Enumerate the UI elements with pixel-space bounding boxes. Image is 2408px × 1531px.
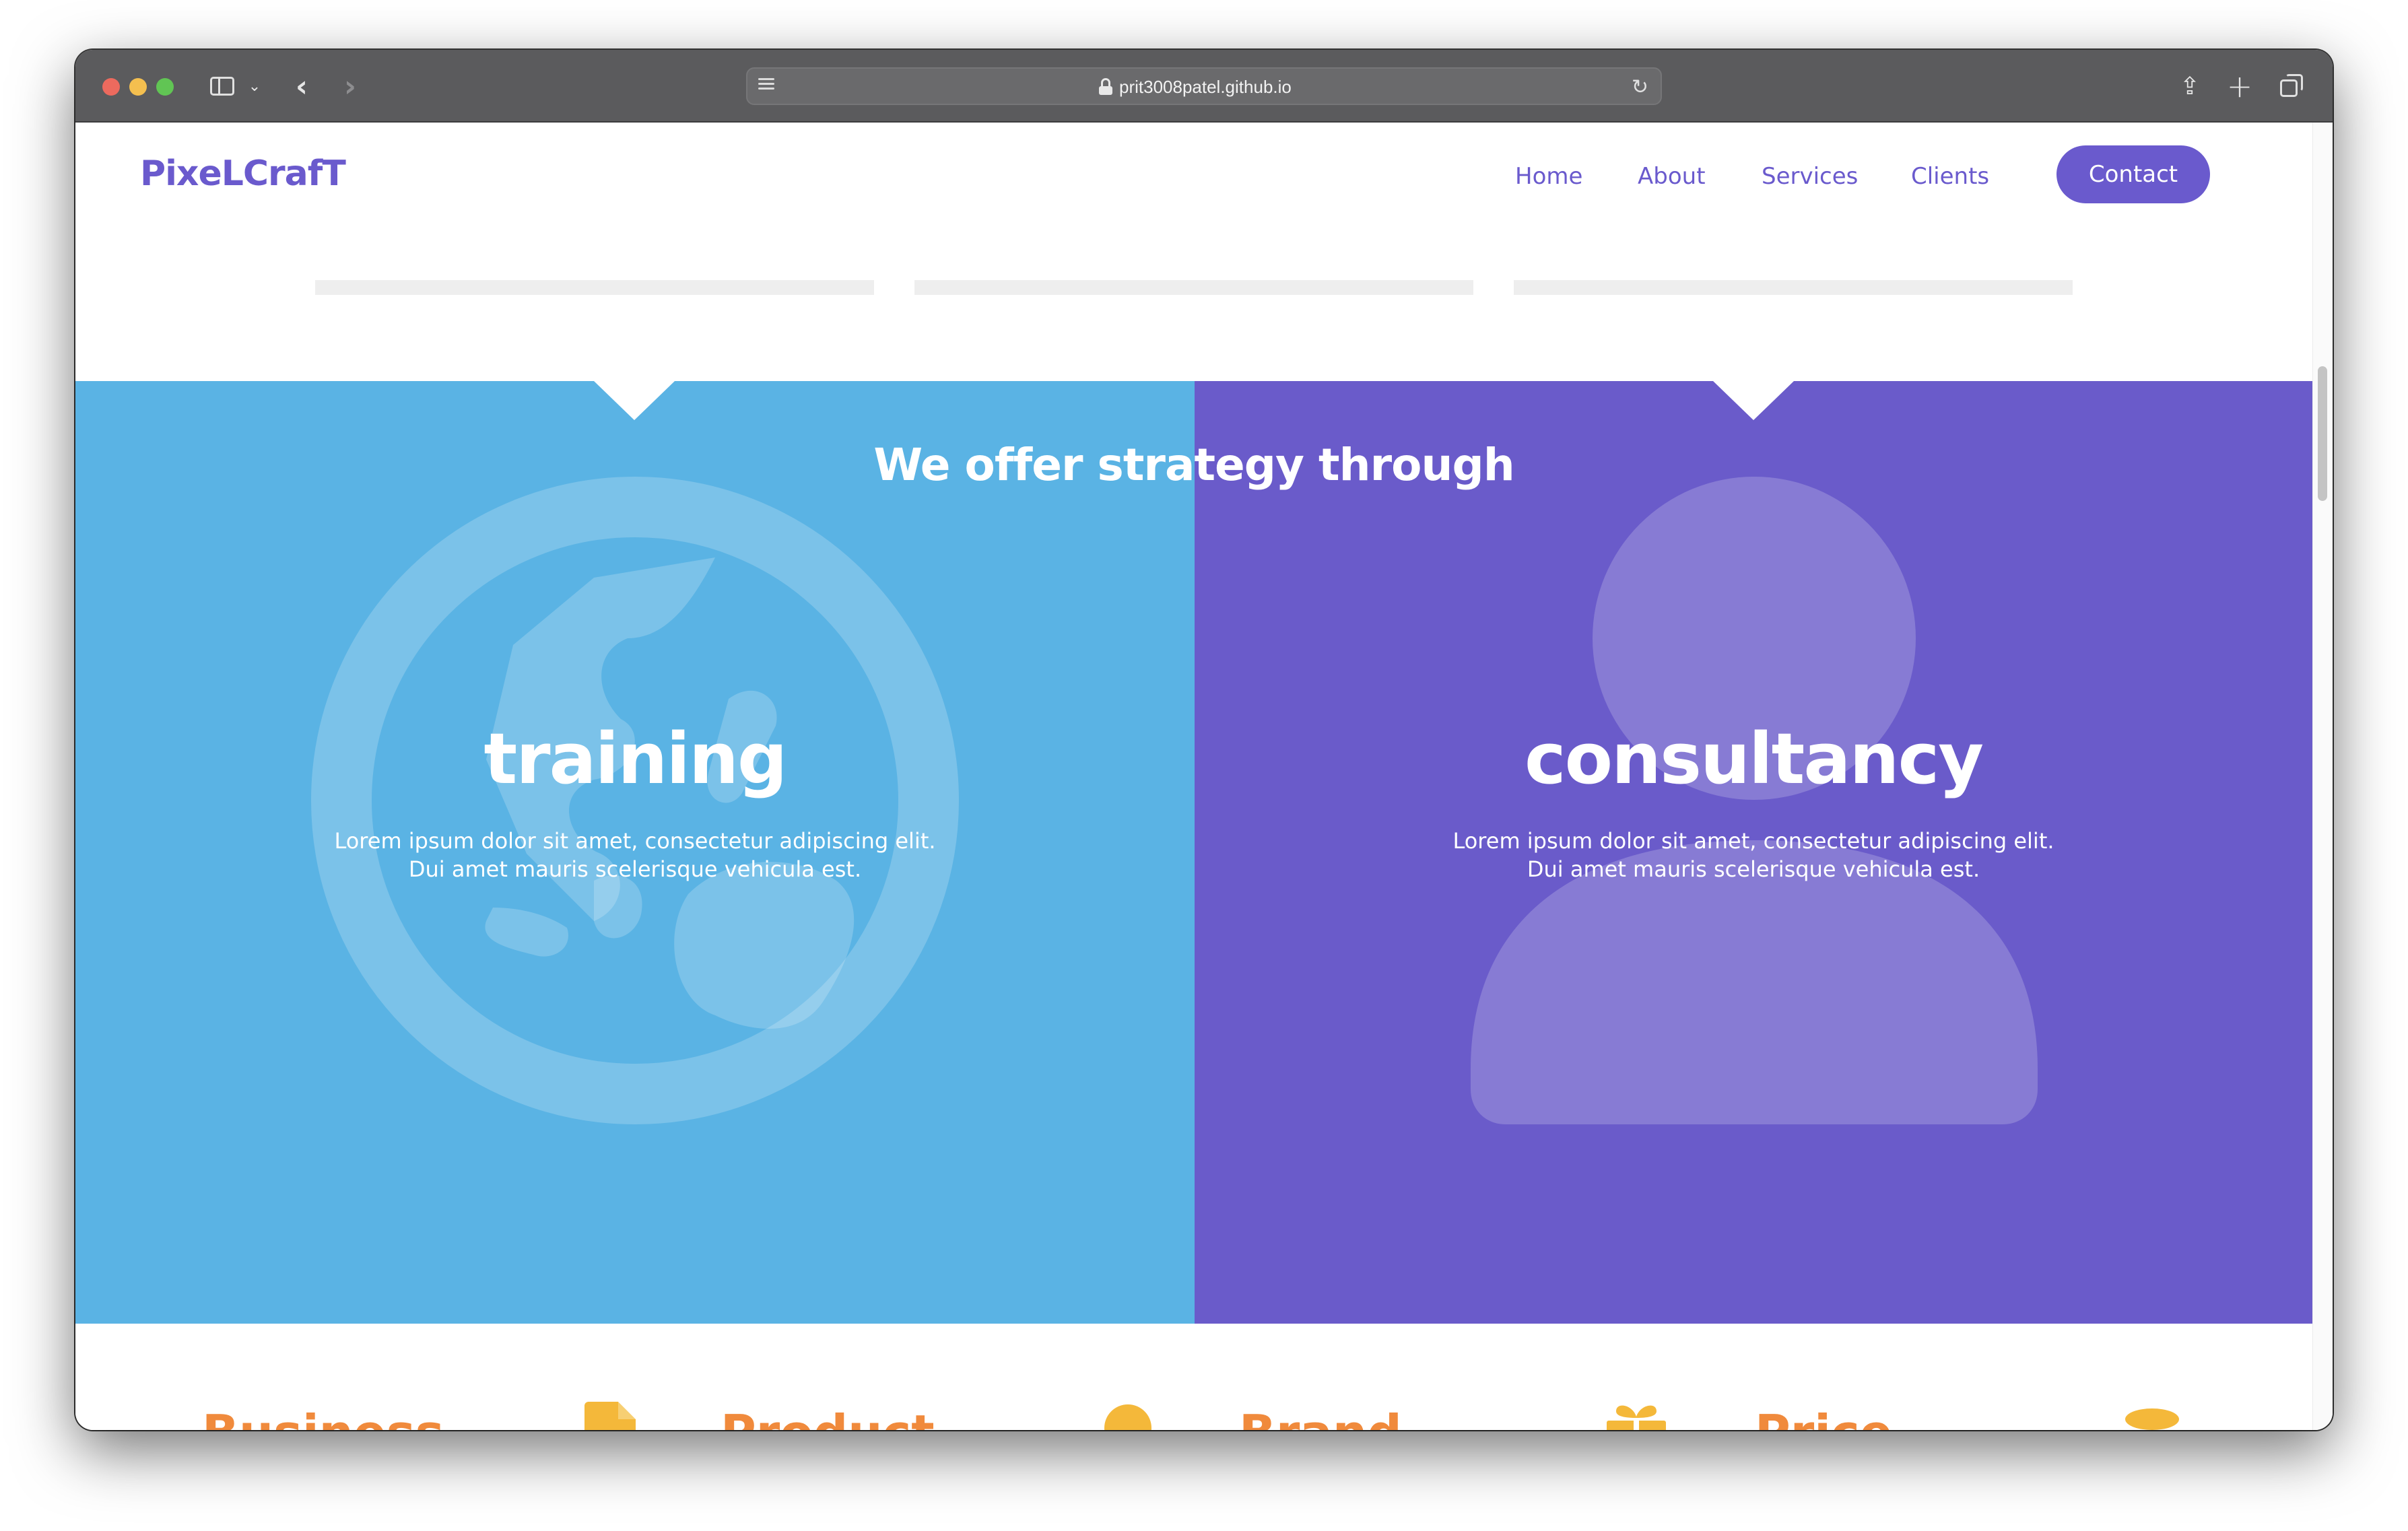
panel-notch	[1713, 381, 1794, 420]
web-page: We offer strategy through training Lorem…	[75, 123, 2333, 1430]
share-icon[interactable]: ⇪	[2175, 70, 2205, 102]
card-bottom-edge	[914, 280, 1473, 295]
globe-icon	[311, 477, 959, 1124]
contact-button[interactable]: Contact	[2056, 145, 2210, 203]
reload-icon[interactable]: ↻	[1632, 75, 1648, 99]
training-description: Lorem ipsum dolor sit amet, consectetur …	[75, 827, 1195, 883]
document-icon	[584, 1402, 636, 1430]
page-scrollbar[interactable]	[2312, 123, 2333, 1430]
consultancy-description-line: Lorem ipsum dolor sit amet, consectetur …	[1452, 828, 2054, 854]
scrollbar-thumb[interactable]	[2318, 366, 2327, 501]
feature-title-business: Business	[202, 1404, 444, 1430]
minimize-window-button[interactable]	[129, 78, 147, 96]
forward-arrow-icon[interactable]: ›	[337, 69, 364, 104]
user-icon	[1471, 477, 2038, 1124]
nav-link-about[interactable]: About	[1638, 163, 1706, 190]
site-logo[interactable]: PixeLCrafT	[140, 154, 346, 194]
nav-link-home[interactable]: Home	[1515, 163, 1582, 190]
lock-icon	[1099, 78, 1112, 95]
consultancy-heading: consultancy	[1524, 718, 1984, 800]
coins-icon	[2125, 1408, 2179, 1430]
panel-notch	[594, 381, 675, 420]
address-bar[interactable]: prit3008patel.github.io ↻	[746, 67, 1662, 105]
training-description-line: Dui amet mauris scelerisque vehicula est…	[408, 856, 862, 882]
chevron-down-icon[interactable]: ⌄	[245, 70, 264, 102]
consultancy-description: Lorem ipsum dolor sit amet, consectetur …	[1195, 827, 2312, 883]
browser-window: ⌄ ‹ › prit3008patel.github.io ↻ ⇪ + We o…	[75, 50, 2333, 1430]
url-text[interactable]: prit3008patel.github.io	[1119, 77, 1292, 98]
feature-title-price: Price	[1755, 1404, 1892, 1430]
browser-toolbar: ⌄ ‹ › prit3008patel.github.io ↻ ⇪ +	[75, 50, 2333, 123]
feature-title-brand: Brand	[1239, 1404, 1402, 1430]
training-description-line: Lorem ipsum dolor sit amet, consectetur …	[334, 828, 936, 854]
nav-link-clients[interactable]: Clients	[1911, 163, 1989, 190]
sidebar-toggle-icon[interactable]	[207, 70, 237, 102]
consultancy-description-line: Dui amet mauris scelerisque vehicula est…	[1527, 856, 1980, 882]
zoom-window-button[interactable]	[156, 78, 174, 96]
pie-chart-icon	[1104, 1404, 1151, 1430]
close-window-button[interactable]	[102, 78, 120, 96]
card-bottom-edge	[315, 280, 874, 295]
feature-title-product: Product	[721, 1404, 935, 1430]
reader-mode-icon[interactable]	[758, 78, 774, 96]
card-bottom-edge	[1514, 280, 2073, 295]
strategy-section-title: We offer strategy through	[873, 439, 1514, 491]
new-tab-icon[interactable]: +	[2225, 68, 2254, 104]
nav-link-services[interactable]: Services	[1762, 163, 1858, 190]
site-header: PixeLCrafT Home About Services Clients C…	[75, 123, 2312, 230]
tab-overview-icon[interactable]	[2276, 70, 2306, 102]
back-arrow-icon[interactable]: ‹	[288, 69, 315, 104]
training-heading: training	[483, 718, 787, 800]
gift-icon	[1607, 1405, 1666, 1430]
